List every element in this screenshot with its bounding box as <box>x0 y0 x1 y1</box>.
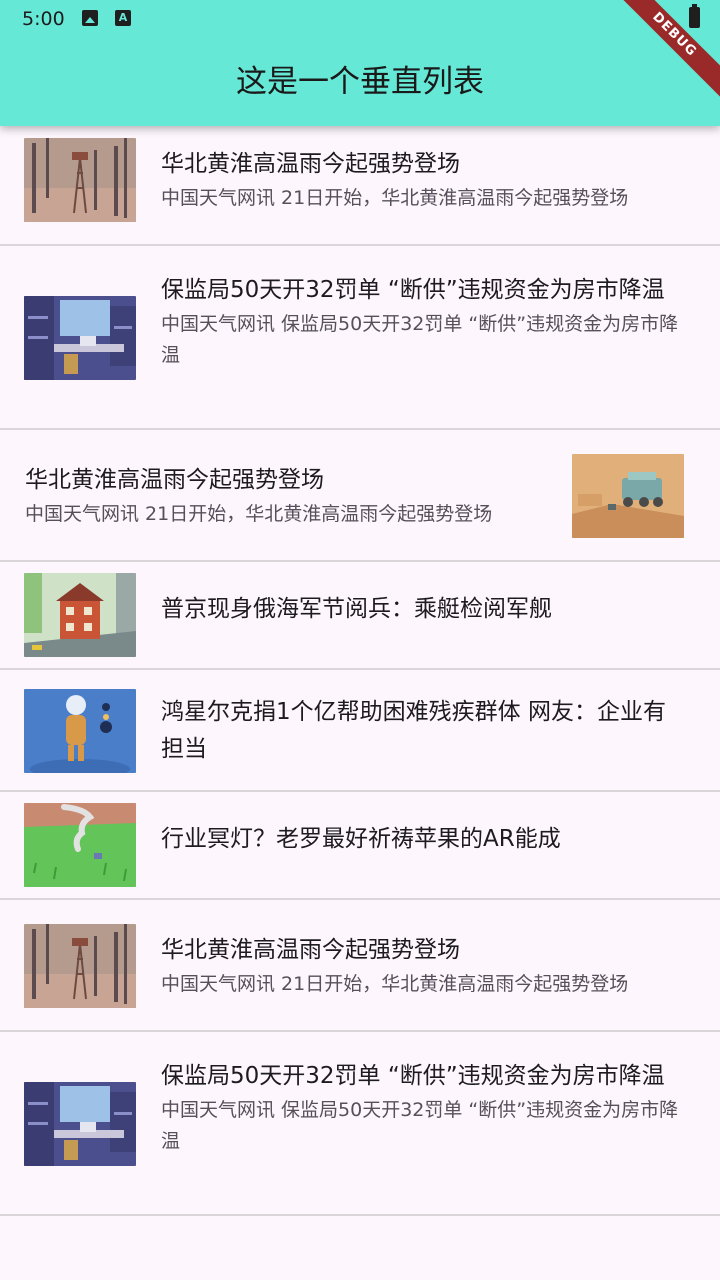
item-title: 华北黄淮高温雨今起强势登场 <box>25 467 324 493</box>
rover-desert-thumbnail <box>572 454 684 538</box>
item-subtitle: 中国天气网讯 保监局50天开32罚单 “断供”违规资金为房市降温 <box>161 1099 679 1152</box>
item-text: 华北黄淮高温雨今起强势登场 中国天气网讯 21日开始，华北黄淮高温雨今起强势登场 <box>161 932 684 1000</box>
tornado-grass-thumbnail <box>24 803 136 887</box>
item-title: 鸿星尔克捐1个亿帮助困难残疾群体 网友：企业有担当 <box>161 699 666 762</box>
status-bar: 5:00 A <box>0 0 720 38</box>
app-bar: 5:00 A 这是一个垂直列表 <box>0 0 720 126</box>
item-title: 普京现身俄海军节阅兵：乘艇检阅军舰 <box>161 596 552 622</box>
desk-room-thumbnail <box>24 1082 136 1166</box>
page-title: 这是一个垂直列表 <box>236 64 484 100</box>
status-time: 5:00 <box>22 8 65 30</box>
news-list[interactable]: 华北黄淮高温雨今起强势登场 中国天气网讯 21日开始，华北黄淮高温雨今起强势登场… <box>0 126 720 1216</box>
item-title: 华北黄淮高温雨今起强势登场 <box>161 151 460 177</box>
desk-room-thumbnail <box>24 296 136 380</box>
astronaut-thumbnail <box>24 689 136 773</box>
keyboard-notification-icon: A <box>115 10 131 26</box>
item-text: 华北黄淮高温雨今起强势登场 中国天气网讯 21日开始，华北黄淮高温雨今起强势登场 <box>25 462 550 530</box>
list-item[interactable]: 保监局50天开32罚单 “断供”违规资金为房市降温 中国天气网讯 保监局50天开… <box>0 1032 720 1216</box>
item-text: 保监局50天开32罚单 “断供”违规资金为房市降温 中国天气网讯 保监局50天开… <box>161 272 684 371</box>
image-notification-icon <box>82 10 98 26</box>
item-text: 普京现身俄海军节阅兵：乘艇检阅军舰 <box>161 591 684 628</box>
item-subtitle: 中国天气网讯 21日开始，华北黄淮高温雨今起强势登场 <box>25 503 493 525</box>
list-item[interactable]: 普京现身俄海军节阅兵：乘艇检阅军舰 <box>0 562 720 670</box>
item-title: 保监局50天开32罚单 “断供”违规资金为房市降温 <box>161 277 665 303</box>
item-title: 保监局50天开32罚单 “断供”违规资金为房市降温 <box>161 1063 665 1089</box>
list-item[interactable]: 华北黄淮高温雨今起强势登场 中国天气网讯 21日开始，华北黄淮高温雨今起强势登场 <box>0 430 720 562</box>
list-item[interactable]: 华北黄淮高温雨今起强势登场 中国天气网讯 21日开始，华北黄淮高温雨今起强势登场 <box>0 900 720 1032</box>
list-item[interactable]: 鸿星尔克捐1个亿帮助困难残疾群体 网友：企业有担当 <box>0 670 720 792</box>
forest-tower-thumbnail <box>24 138 136 222</box>
item-title: 行业冥灯？老罗最好祈祷苹果的AR能成 <box>161 826 561 852</box>
item-text: 鸿星尔克捐1个亿帮助困难残疾群体 网友：企业有担当 <box>161 694 684 768</box>
forest-tower-thumbnail <box>24 924 136 1008</box>
list-item[interactable]: 保监局50天开32罚单 “断供”违规资金为房市降温 中国天气网讯 保监局50天开… <box>0 246 720 430</box>
item-subtitle: 中国天气网讯 保监局50天开32罚单 “断供”违规资金为房市降温 <box>161 313 679 366</box>
item-subtitle: 中国天气网讯 21日开始，华北黄淮高温雨今起强势登场 <box>161 187 629 209</box>
item-text: 保监局50天开32罚单 “断供”违规资金为房市降温 中国天气网讯 保监局50天开… <box>161 1058 684 1157</box>
list-item[interactable]: 华北黄淮高温雨今起强势登场 中国天气网讯 21日开始，华北黄淮高温雨今起强势登场 <box>0 126 720 246</box>
list-item[interactable]: 行业冥灯？老罗最好祈祷苹果的AR能成 <box>0 792 720 900</box>
red-house-thumbnail <box>24 573 136 657</box>
item-subtitle: 中国天气网讯 21日开始，华北黄淮高温雨今起强势登场 <box>161 973 629 995</box>
item-text: 华北黄淮高温雨今起强势登场 中国天气网讯 21日开始，华北黄淮高温雨今起强势登场 <box>161 146 684 214</box>
battery-icon <box>689 4 700 28</box>
item-title: 华北黄淮高温雨今起强势登场 <box>161 937 460 963</box>
item-text: 行业冥灯？老罗最好祈祷苹果的AR能成 <box>161 821 684 858</box>
